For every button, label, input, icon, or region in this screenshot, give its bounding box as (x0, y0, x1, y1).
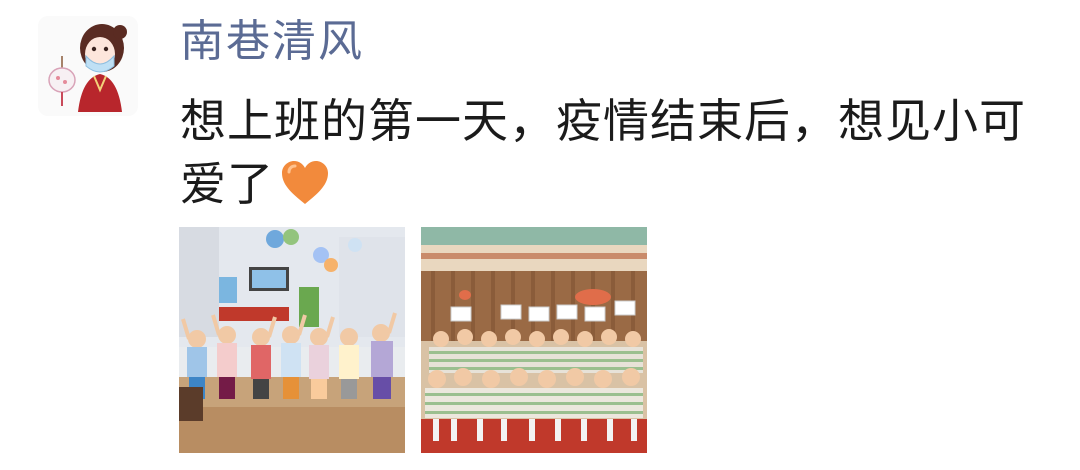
post-photo-1[interactable] (179, 227, 405, 453)
classroom-photo-image (179, 227, 405, 453)
orange-heart-icon (280, 159, 330, 222)
avatar-illustration-icon (38, 16, 138, 116)
group-photo-image (421, 227, 647, 453)
post-photo-2[interactable] (421, 227, 647, 453)
moments-post: 南巷清风 想上班的第一天，疫情结束后，想见小可爱了 (0, 0, 1080, 470)
avatar[interactable] (38, 16, 138, 116)
username[interactable]: 南巷清风 (180, 12, 364, 72)
post-content: 想上班的第一天，疫情结束后，想见小可爱了 (180, 90, 1040, 222)
